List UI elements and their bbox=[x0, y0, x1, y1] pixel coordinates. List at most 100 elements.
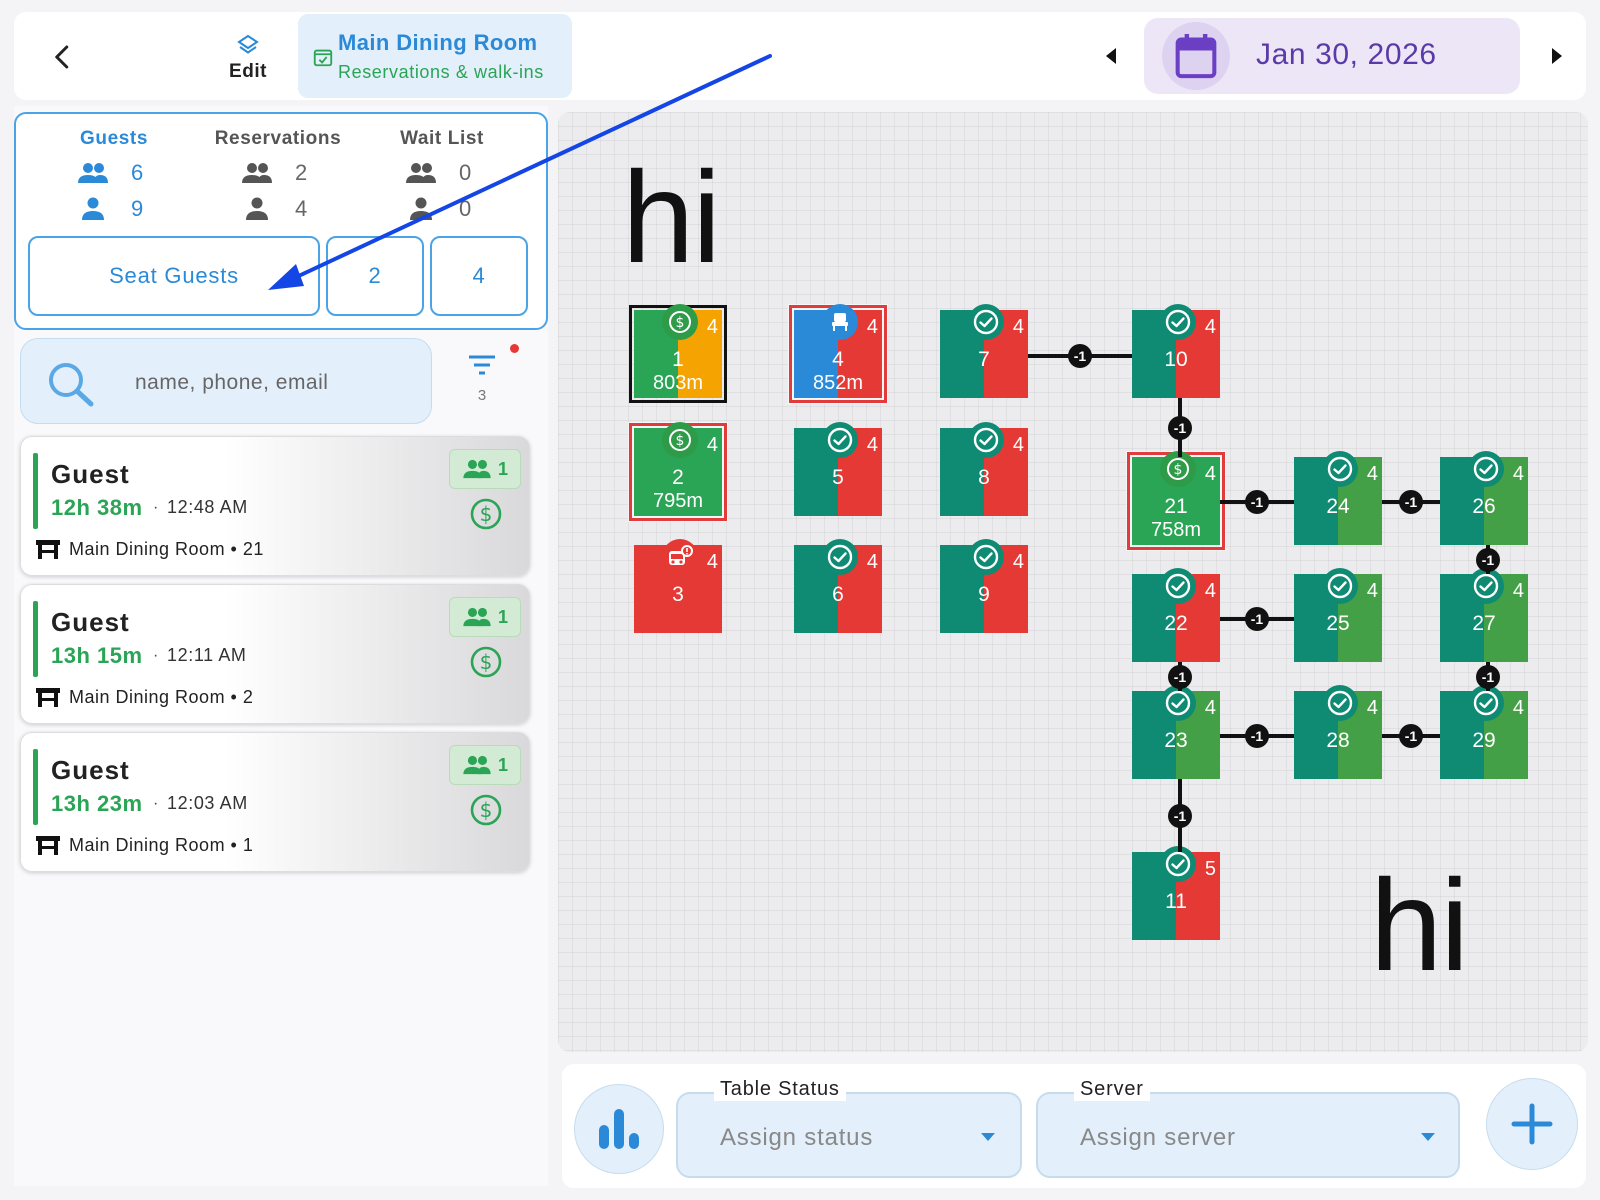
quick-seat-2-button[interactable]: 2 bbox=[326, 236, 424, 316]
table-11[interactable]: 5 11 bbox=[1132, 846, 1220, 940]
table-4[interactable]: 4 4 852m bbox=[789, 304, 887, 403]
party-size-badge: 1 bbox=[449, 597, 521, 637]
table-9[interactable]: 4 9 bbox=[940, 539, 1028, 633]
svg-text:$: $ bbox=[480, 650, 493, 674]
quick-seat-4-button[interactable]: 4 bbox=[430, 236, 528, 316]
server-dropdown[interactable]: Server Assign server bbox=[1036, 1078, 1460, 1178]
table-10[interactable]: 4 10 bbox=[1132, 304, 1220, 398]
table-24[interactable]: 4 24 bbox=[1294, 451, 1382, 545]
status-bar bbox=[33, 601, 38, 677]
next-date-button[interactable] bbox=[1550, 46, 1564, 71]
paid-dollar-icon: $ bbox=[470, 794, 502, 826]
table-status-dropdown[interactable]: Table Status Assign status bbox=[676, 1078, 1022, 1178]
guest-time: 12:11 AM bbox=[167, 645, 247, 665]
check-circle-icon bbox=[1165, 690, 1191, 716]
calendar-icon-circle bbox=[1162, 22, 1230, 90]
room-tab[interactable]: Main Dining Room Reservations & walk-ins bbox=[298, 14, 572, 98]
table-status-badge bbox=[822, 539, 858, 575]
table-number: 4 bbox=[832, 348, 844, 371]
table-status-badge bbox=[1160, 568, 1196, 604]
table-link-badge[interactable]: -1 bbox=[1168, 415, 1192, 440]
check-circle-icon bbox=[1165, 573, 1191, 599]
stat-reservations[interactable]: Reservations 2 4 bbox=[198, 128, 358, 222]
separator: · bbox=[153, 499, 159, 516]
dollar-icon: $ bbox=[669, 429, 691, 451]
table-link-badge[interactable]: -1 bbox=[1245, 607, 1269, 631]
stat-wait-list[interactable]: Wait List 0 0 bbox=[362, 128, 522, 222]
floor-text-label[interactable]: hi bbox=[1370, 850, 1469, 1000]
guest-location: Main Dining Room • 1 bbox=[35, 833, 253, 857]
table-3[interactable]: 4 3 bbox=[634, 539, 722, 633]
floor-plan-canvas[interactable]: hi hi $ 4 1 803m 4 4 852m 4 7 4 10 $ 4 2… bbox=[558, 112, 1588, 1052]
guest-card[interactable]: Guest 13h 23m · 12:03 AM Main Dining Roo… bbox=[20, 732, 530, 872]
table-26[interactable]: 4 26 bbox=[1440, 451, 1528, 545]
check-circle-icon bbox=[973, 427, 999, 453]
filter-button[interactable]: 3 bbox=[462, 354, 502, 410]
table-status-badge bbox=[968, 304, 1004, 340]
table-status-label: Table Status bbox=[714, 1078, 846, 1101]
table-27[interactable]: 4 27 bbox=[1440, 568, 1528, 662]
table-status-badge bbox=[662, 539, 698, 575]
table-capacity: 4 bbox=[1512, 580, 1524, 602]
table-28[interactable]: 4 28 bbox=[1294, 685, 1382, 779]
stat-wait-list-people: 0 bbox=[459, 196, 472, 221]
search-input[interactable]: name, phone, email bbox=[20, 338, 432, 424]
table-21[interactable]: $ 4 21 758m bbox=[1127, 451, 1225, 550]
table-timer: 852m bbox=[812, 372, 864, 394]
group-icon bbox=[463, 607, 491, 627]
table-link-badge[interactable]: -1 bbox=[1168, 803, 1192, 828]
floor-text-label[interactable]: hi bbox=[622, 142, 721, 292]
table-number: 11 bbox=[1165, 890, 1187, 913]
table-5[interactable]: 4 5 bbox=[794, 422, 882, 516]
table-23[interactable]: 4 23 bbox=[1132, 685, 1220, 779]
table-25[interactable]: 4 25 bbox=[1294, 568, 1382, 662]
party-size: 1 bbox=[497, 606, 508, 627]
table-8[interactable]: 4 8 bbox=[940, 422, 1028, 516]
table-status-badge: $ bbox=[662, 304, 698, 340]
table-link-badge[interactable]: -1 bbox=[1245, 724, 1269, 748]
table-2[interactable]: $ 4 2 795m bbox=[629, 422, 727, 521]
table-icon bbox=[36, 688, 60, 707]
add-button[interactable] bbox=[1486, 1078, 1578, 1170]
guest-card[interactable]: Guest 13h 15m · 12:11 AM Main Dining Roo… bbox=[20, 584, 530, 724]
table-link-badge[interactable]: -1 bbox=[1476, 664, 1500, 689]
server-label: Server bbox=[1074, 1078, 1150, 1101]
table-22[interactable]: 4 22 bbox=[1132, 568, 1220, 662]
bar-chart-icon bbox=[599, 1109, 639, 1149]
person-icon bbox=[410, 197, 432, 220]
table-capacity: 4 bbox=[866, 434, 878, 456]
table-number: 1 bbox=[672, 348, 684, 371]
table-6[interactable]: 4 6 bbox=[794, 539, 882, 633]
previous-date-button[interactable] bbox=[1104, 46, 1118, 71]
dollar-icon: $ bbox=[1167, 458, 1189, 480]
table-capacity: 4 bbox=[1204, 316, 1216, 338]
seat-guests-button[interactable]: Seat Guests bbox=[28, 236, 320, 316]
svg-text:$: $ bbox=[480, 502, 493, 526]
date-picker[interactable]: Jan 30, 2026 bbox=[1144, 18, 1520, 94]
table-1[interactable]: $ 4 1 803m bbox=[629, 304, 727, 403]
table-capacity: 4 bbox=[706, 316, 718, 338]
table-link-badge[interactable]: -1 bbox=[1399, 490, 1423, 514]
table-icon bbox=[36, 540, 60, 559]
edit-button[interactable]: Edit bbox=[210, 26, 286, 90]
table-link-badge[interactable]: -1 bbox=[1399, 724, 1423, 748]
table-link-badge[interactable]: -1 bbox=[1476, 547, 1500, 572]
table-29[interactable]: 4 29 bbox=[1440, 685, 1528, 779]
stat-guests[interactable]: Guests 6 9 bbox=[34, 128, 194, 222]
guest-card[interactable]: Guest 12h 38m · 12:48 AM Main Dining Roo… bbox=[20, 436, 530, 576]
caret-right-icon bbox=[1552, 48, 1562, 64]
check-circle-icon bbox=[1473, 456, 1499, 482]
table-link-badge[interactable]: -1 bbox=[1245, 490, 1269, 514]
table-link-badge[interactable]: -1 bbox=[1168, 664, 1192, 689]
party-size: 1 bbox=[497, 458, 508, 479]
back-button[interactable] bbox=[38, 32, 88, 82]
table-link-badge[interactable]: -1 bbox=[1068, 344, 1092, 368]
status-bar bbox=[33, 453, 38, 529]
table-7[interactable]: 4 7 bbox=[940, 304, 1028, 398]
table-number: 22 bbox=[1164, 612, 1188, 635]
table-status-badge bbox=[1322, 685, 1358, 721]
statistics-button[interactable] bbox=[574, 1084, 664, 1174]
bus-alert-icon bbox=[669, 545, 693, 565]
table-status-value: Assign status bbox=[720, 1124, 874, 1151]
check-circle-icon bbox=[827, 544, 853, 570]
